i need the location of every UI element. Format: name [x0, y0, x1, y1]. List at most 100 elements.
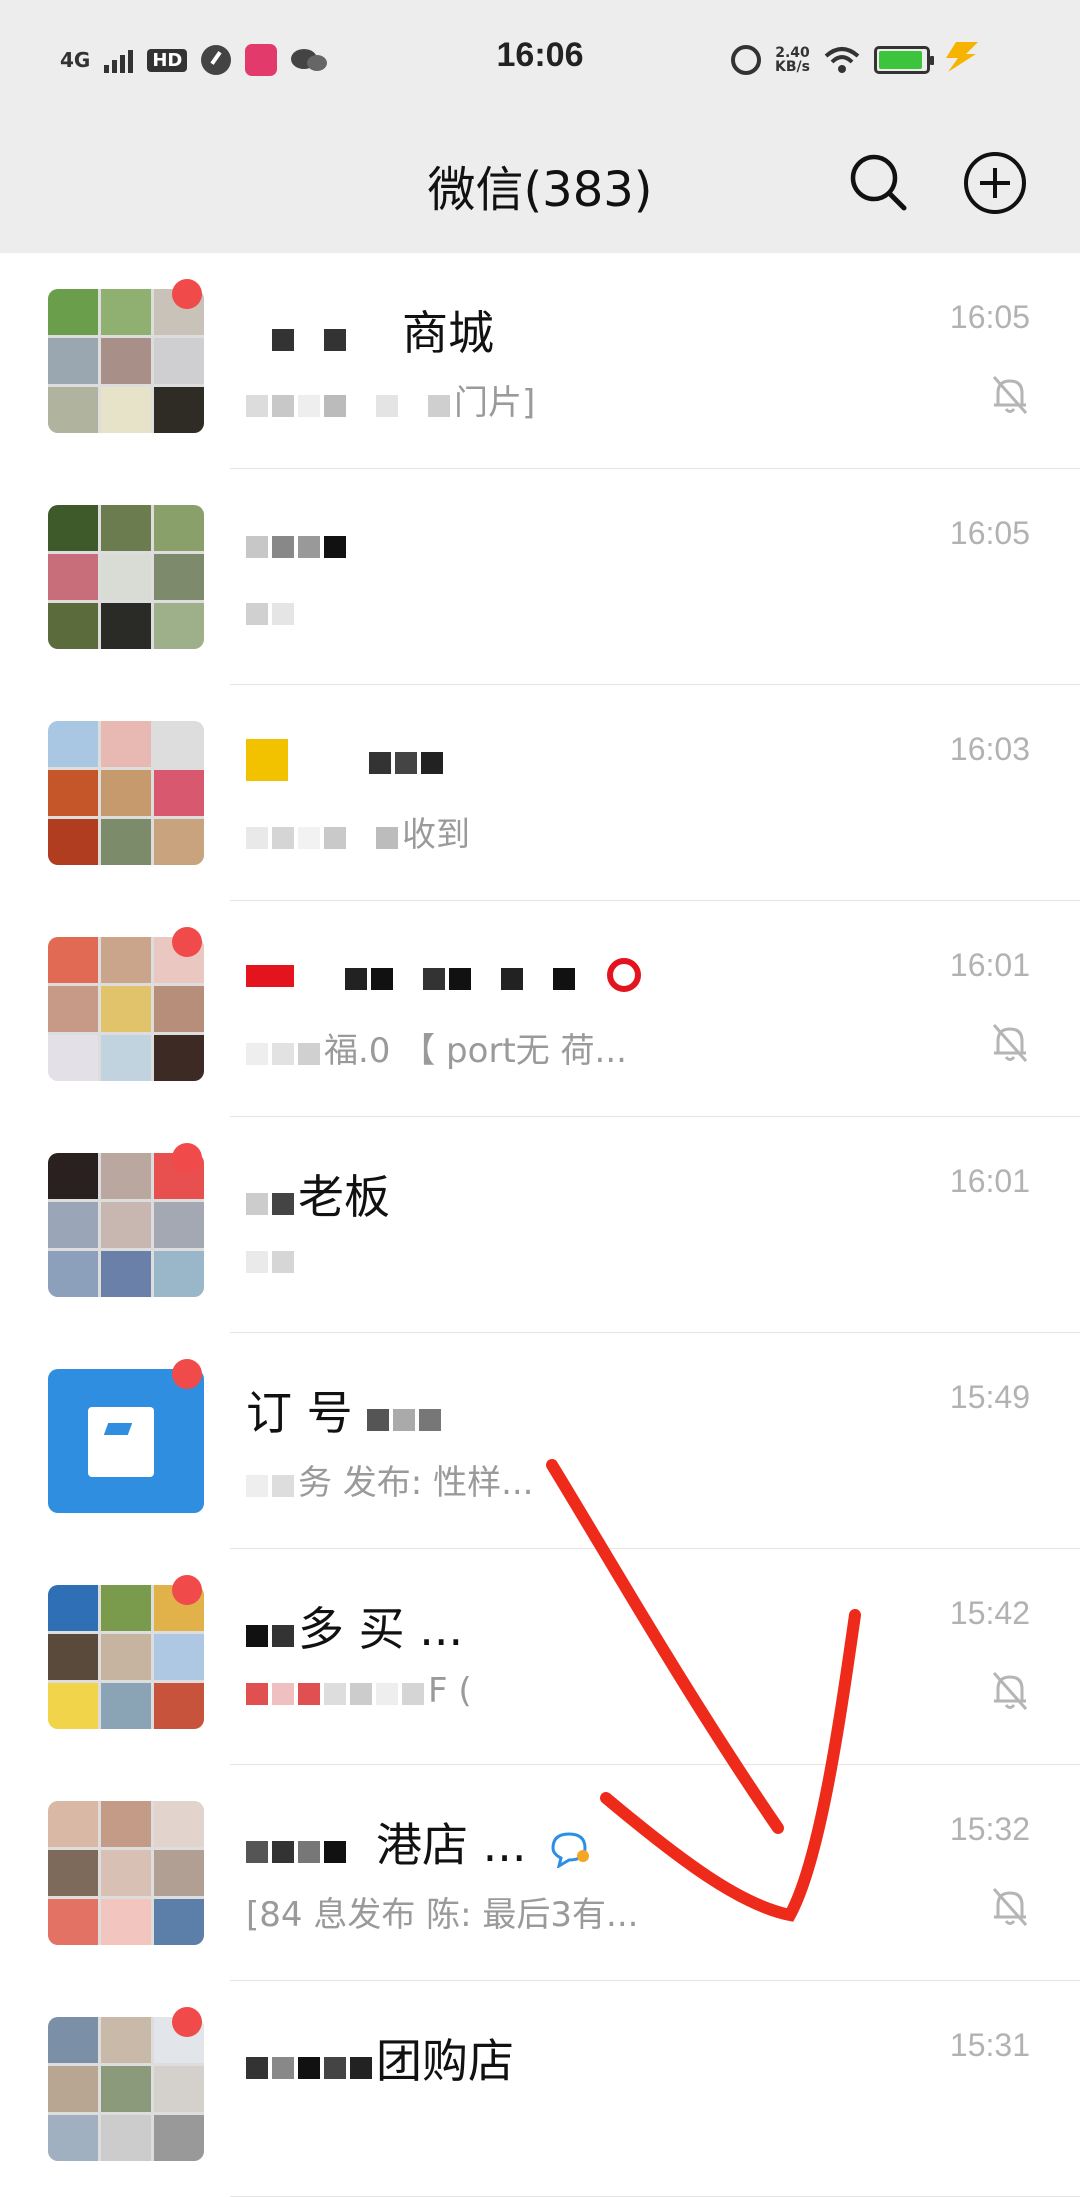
chat-time: 16:05	[949, 299, 1030, 335]
mute-bell-icon	[990, 1021, 1030, 1065]
search-icon[interactable]	[846, 150, 910, 214]
chat-time: 15:31	[949, 2027, 1030, 2063]
redacted-text	[246, 1606, 298, 1660]
charging-bolt-icon	[946, 42, 978, 72]
network-speed: 2.40 KB/s	[775, 46, 810, 74]
mute-bell-icon	[990, 1669, 1030, 1713]
unread-dot	[172, 2007, 202, 2037]
unread-dot	[172, 1575, 202, 1605]
redacted-text	[246, 817, 402, 857]
page-title: 微信(383)	[427, 162, 653, 218]
chat-preview-text: [84 息发布 陈: 最后3有...	[246, 1895, 639, 1935]
group-avatar	[48, 937, 204, 1081]
group-avatar	[48, 1801, 204, 1945]
battery-icon	[874, 46, 934, 74]
chat-name	[246, 513, 350, 571]
status-bar: 4G HD 16:06 2.40 KB/s	[0, 0, 1080, 120]
redacted-text	[246, 2038, 376, 2092]
redacted-text	[316, 733, 447, 787]
redacted-text	[246, 1822, 376, 1876]
chat-row[interactable]: 多 买 ... F ( 15:42	[0, 1549, 1080, 1765]
chat-bubble-icon	[551, 1831, 590, 1868]
chat-name: 团购店	[246, 2025, 514, 2092]
mute-bell-icon	[990, 373, 1030, 417]
plus-circle-icon[interactable]	[962, 150, 1028, 216]
chat-preview-text: 务 发布: 性样...	[298, 1463, 534, 1503]
chat-name	[246, 945, 647, 1003]
chat-time: 16:05	[949, 515, 1030, 551]
redacted-text	[318, 949, 579, 1003]
chat-name-text: 商城	[402, 306, 494, 360]
alarm-icon	[731, 45, 762, 75]
group-avatar	[48, 721, 204, 865]
unread-dot	[172, 927, 202, 957]
chat-preview	[246, 1239, 298, 1281]
group-avatar	[48, 2017, 204, 2161]
chat-preview: 福.0 【 port无 荷...	[246, 1023, 627, 1073]
chat-name: 订 号	[246, 1377, 445, 1444]
redacted-text	[246, 1033, 324, 1073]
chat-name: 商城	[246, 297, 494, 364]
redacted-text	[246, 1465, 298, 1505]
chat-name	[246, 729, 447, 787]
chat-time: 15:49	[949, 1379, 1030, 1415]
redacted-text	[246, 593, 298, 633]
redacted-text	[367, 1390, 445, 1444]
redacted-text	[246, 517, 350, 571]
network-speed-value: 2.40	[775, 45, 810, 61]
chat-preview: 收到	[246, 807, 470, 857]
chat-preview: 务 发布: 性样...	[246, 1455, 534, 1505]
unread-dot	[172, 1143, 202, 1173]
chat-row[interactable]: 16:05	[0, 469, 1080, 685]
chat-preview-text: F (	[428, 1671, 472, 1711]
chat-name: 老板	[246, 1161, 390, 1228]
group-avatar	[48, 289, 204, 433]
chat-preview: F (	[246, 1671, 472, 1713]
chat-name-text: 订 号	[246, 1386, 353, 1440]
official-account-avatar	[48, 1369, 204, 1513]
network-speed-unit: KB/s	[775, 59, 810, 75]
battery-level-fill	[879, 51, 922, 69]
redacted-text	[246, 310, 402, 364]
contact-avatar	[48, 1153, 204, 1297]
redacted-text	[246, 1174, 298, 1228]
chat-row[interactable]: 订 号 务 发布: 性样... 15:49	[0, 1333, 1080, 1549]
redacted-text	[246, 1241, 298, 1281]
chat-list: 商城 门片] 16:05 16:05 收到 16:03 福.0 【 port无 …	[0, 253, 1080, 2197]
chat-preview-text: 福.0 【 port无 荷...	[324, 1031, 627, 1071]
chat-preview: 门片]	[246, 375, 535, 425]
chat-preview-text: 收到	[402, 815, 470, 855]
chat-time: 16:01	[949, 947, 1030, 983]
chat-name: 多 买 ...	[246, 1593, 463, 1660]
chat-preview	[246, 591, 298, 633]
chat-row[interactable]: 福.0 【 port无 荷... 16:01	[0, 901, 1080, 1117]
chat-row[interactable]: 收到 16:03	[0, 685, 1080, 901]
redacted-text	[246, 1673, 428, 1713]
redacted-text	[246, 385, 454, 425]
contact-avatar	[48, 505, 204, 649]
chat-time: 16:03	[949, 731, 1030, 767]
chat-name-text: 港店 ...	[376, 1818, 527, 1872]
chat-preview-text: 门片]	[454, 383, 536, 423]
title-bar: 微信(383)	[0, 120, 1080, 253]
chat-name-text: 多 买 ...	[298, 1602, 464, 1656]
chat-time: 15:42	[949, 1595, 1030, 1631]
chat-name: 港店 ...	[246, 1809, 595, 1876]
group-avatar	[48, 1585, 204, 1729]
chat-preview: [84 息发布 陈: 最后3有...	[246, 1887, 638, 1936]
chat-name-text: 团购店	[376, 2034, 514, 2088]
chat-row[interactable]: 老板 16:01	[0, 1117, 1080, 1333]
mute-bell-icon	[990, 1885, 1030, 1929]
status-bar-right: 2.40 KB/s	[731, 38, 934, 82]
chat-row[interactable]: 团购店 15:31	[0, 1981, 1080, 2197]
chat-name-text: 老板	[298, 1170, 390, 1224]
unread-dot	[172, 279, 202, 309]
chat-time: 16:01	[949, 1163, 1030, 1199]
location-pin-icon	[607, 957, 642, 992]
redacted-text	[246, 964, 294, 987]
chat-time: 15:32	[949, 1811, 1030, 1847]
emoji-icon	[246, 738, 288, 781]
chat-row[interactable]: 商城 门片] 16:05	[0, 253, 1080, 469]
chat-row[interactable]: 港店 ... [84 息发布 陈: 最后3有... 15:32	[0, 1765, 1080, 1981]
unread-dot	[172, 1359, 202, 1389]
